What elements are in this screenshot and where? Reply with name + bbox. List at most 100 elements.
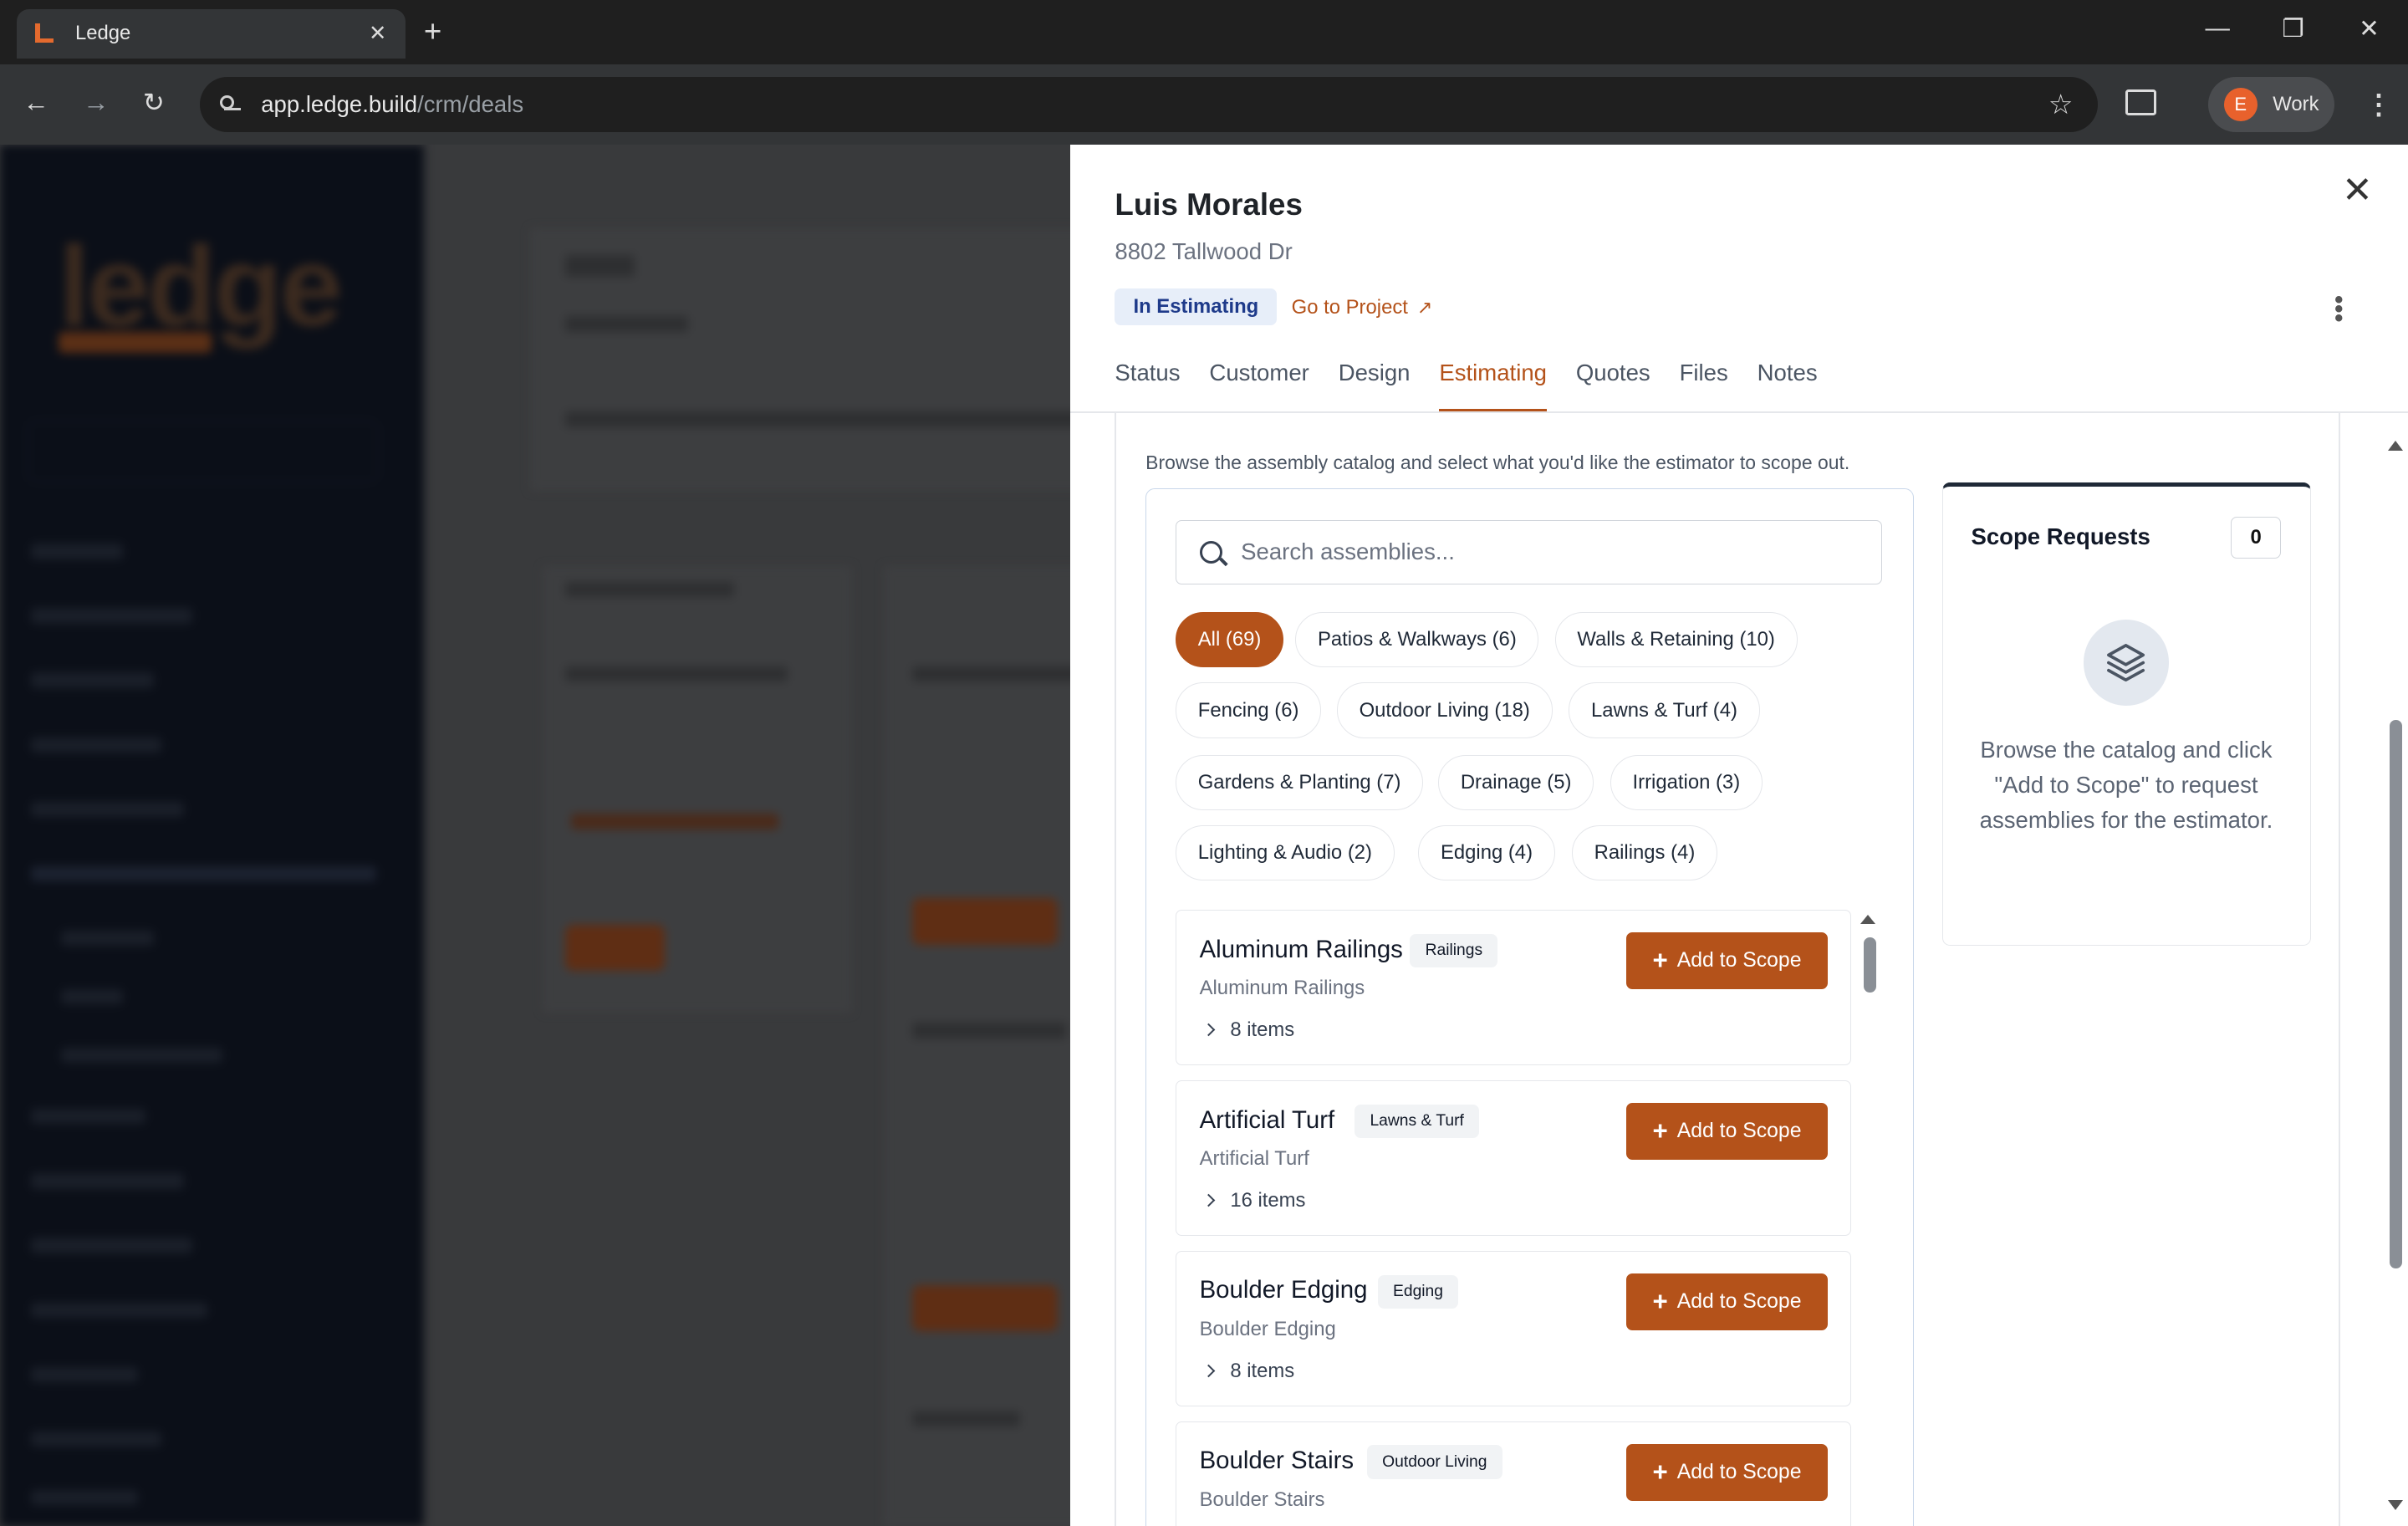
- status-badge: In Estimating: [1115, 288, 1278, 326]
- add-to-scope-button[interactable]: + Add to Scope: [1626, 1273, 1828, 1330]
- tab-design[interactable]: Design: [1339, 360, 1411, 411]
- assembly-items-toggle[interactable]: 16 items: [1200, 1188, 1306, 1212]
- tab-title: Ledge: [74, 22, 131, 45]
- tab-files[interactable]: Files: [1680, 360, 1728, 411]
- browser-tab[interactable]: Ledge ✕: [17, 9, 406, 59]
- close-panel-icon[interactable]: ✕: [2342, 171, 2373, 209]
- cast-icon[interactable]: [2125, 89, 2156, 115]
- ledge-favicon-icon: [33, 22, 57, 46]
- browser-menu-icon[interactable]: ⋮: [2365, 88, 2393, 121]
- scope-requests-card: Scope Requests 0 Browse the catalog and …: [1942, 482, 2312, 947]
- background-column: [884, 566, 1071, 1526]
- assembly-name: Boulder Edging: [1199, 1276, 1368, 1304]
- window-close-icon[interactable]: ✕: [2359, 14, 2380, 43]
- chevron-right-icon: [1201, 1364, 1216, 1378]
- nav-placeholder: [61, 1047, 223, 1063]
- chevron-right-icon: [1201, 1193, 1216, 1207]
- url-path: /crm/deals: [417, 90, 524, 117]
- search-input[interactable]: [1241, 538, 1855, 566]
- address-bar[interactable]: app.ledge.build/crm/deals ☆: [199, 76, 2098, 132]
- reload-icon[interactable]: ↻: [143, 88, 165, 118]
- nav-placeholder: [30, 1431, 161, 1447]
- background-line: [571, 814, 779, 829]
- assembly-name: Aluminum Railings: [1199, 935, 1403, 963]
- scope-count-badge: 0: [2230, 517, 2282, 559]
- profile-button[interactable]: E Work: [2208, 76, 2334, 132]
- filter-chip-patios[interactable]: Patios & Walkways (6): [1295, 611, 1539, 668]
- assembly-item-count: 16 items: [1230, 1188, 1306, 1212]
- url-host: app.ledge.build: [261, 90, 418, 117]
- site-info-icon[interactable]: [218, 94, 242, 115]
- panel-scroll-up-icon[interactable]: [2388, 441, 2404, 452]
- background-line: [564, 666, 788, 682]
- url-text: app.ledge.build/crm/deals: [261, 91, 523, 118]
- plus-icon: +: [1652, 1116, 1668, 1146]
- scope-empty-message: Browse the catalog and click "Add to Sco…: [1979, 736, 2273, 834]
- nav-placeholder: [30, 737, 161, 753]
- nav-placeholder: [30, 544, 123, 559]
- bookmark-star-icon[interactable]: ☆: [2048, 88, 2074, 121]
- restore-icon[interactable]: ❐: [2282, 14, 2303, 43]
- assembly-category-tag: Edging: [1377, 1274, 1459, 1309]
- panel-scrollbar-thumb[interactable]: [2389, 720, 2402, 1269]
- assembly-search[interactable]: [1176, 519, 1882, 584]
- profile-name: Work: [2273, 92, 2319, 115]
- panel-scroll-down-icon[interactable]: [2388, 1500, 2404, 1510]
- list-scroll-up-icon[interactable]: [1860, 914, 1876, 924]
- forward-icon[interactable]: →: [83, 88, 109, 118]
- new-tab-icon[interactable]: +: [424, 14, 441, 49]
- assembly-card: Boulder Stairs Outdoor Living Boulder St…: [1176, 1421, 1852, 1526]
- add-to-scope-button[interactable]: + Add to Scope: [1626, 932, 1828, 989]
- assembly-items-toggle[interactable]: 8 items: [1200, 1360, 1294, 1383]
- estimating-content: Browse the assembly catalog and select w…: [1070, 413, 2408, 1526]
- list-scrollbar-thumb[interactable]: [1863, 937, 1876, 993]
- tab-status[interactable]: Status: [1115, 360, 1180, 411]
- assembly-subtitle: Boulder Edging: [1199, 1318, 1336, 1340]
- tab-notes[interactable]: Notes: [1758, 360, 1818, 411]
- background-line: [911, 1023, 1066, 1039]
- filter-chip-gardens[interactable]: Gardens & Planting (7): [1176, 754, 1424, 810]
- filter-chip-lighting[interactable]: Lighting & Audio (2): [1176, 825, 1395, 881]
- contact-address: 8802 Tallwood Dr: [1115, 237, 1293, 264]
- assembly-items-toggle[interactable]: 8 items: [1200, 1018, 1294, 1042]
- filter-chip-lawns[interactable]: Lawns & Turf (4): [1569, 682, 1760, 738]
- filter-chip-walls[interactable]: Walls & Retaining (10): [1554, 611, 1798, 668]
- tab-close-icon[interactable]: ✕: [365, 21, 390, 46]
- filter-chip-irrigation[interactable]: Irrigation (3): [1610, 754, 1763, 810]
- background-app: ledge: [0, 144, 1071, 1526]
- nav-placeholder: [30, 1238, 192, 1253]
- background-button: [911, 1285, 1059, 1332]
- nav-placeholder: [30, 608, 192, 624]
- filter-chip-all[interactable]: All (69): [1176, 611, 1284, 668]
- filter-chip-railings[interactable]: Railings (4): [1571, 825, 1717, 881]
- deal-tabs: Status Customer Design Estimating Quotes…: [1115, 360, 1846, 412]
- tab-quotes[interactable]: Quotes: [1576, 360, 1650, 411]
- filter-chip-fencing[interactable]: Fencing (6): [1176, 682, 1322, 738]
- assembly-subtitle: Artificial Turf: [1199, 1147, 1309, 1171]
- filter-chip-edging[interactable]: Edging (4): [1418, 825, 1555, 881]
- go-to-project-link[interactable]: Go to Project ↗: [1292, 296, 1433, 319]
- background-button: [911, 898, 1059, 945]
- scope-requests-title: Scope Requests: [1971, 523, 2150, 549]
- avatar: E: [2223, 87, 2258, 122]
- filter-chip-outdoor-living[interactable]: Outdoor Living (18): [1336, 682, 1553, 738]
- section-border: [1115, 413, 1117, 1526]
- filter-chip-drainage[interactable]: Drainage (5): [1438, 754, 1594, 810]
- back-icon[interactable]: ←: [23, 88, 49, 118]
- external-link-icon: ↗: [1416, 297, 1433, 319]
- assembly-category-tag: Lawns & Turf: [1354, 1104, 1480, 1139]
- minimize-icon[interactable]: —: [2206, 14, 2230, 43]
- tab-customer[interactable]: Customer: [1209, 360, 1309, 411]
- assembly-card: Aluminum Railings Railings Aluminum Rail…: [1176, 910, 1852, 1065]
- add-to-scope-button[interactable]: + Add to Scope: [1626, 1443, 1828, 1501]
- contact-name: Luis Morales: [1115, 187, 1303, 222]
- more-options-icon[interactable]: • • •: [2334, 287, 2344, 329]
- add-to-scope-button[interactable]: + Add to Scope: [1626, 1102, 1828, 1160]
- add-to-scope-label: Add to Scope: [1676, 1119, 1802, 1142]
- search-icon: [1199, 540, 1223, 564]
- background-line: [564, 254, 635, 277]
- assembly-name: Artificial Turf: [1199, 1105, 1335, 1134]
- tab-estimating[interactable]: Estimating: [1439, 360, 1548, 412]
- assembly-category-tag: Outdoor Living: [1366, 1445, 1502, 1479]
- nav-placeholder: [30, 1173, 185, 1189]
